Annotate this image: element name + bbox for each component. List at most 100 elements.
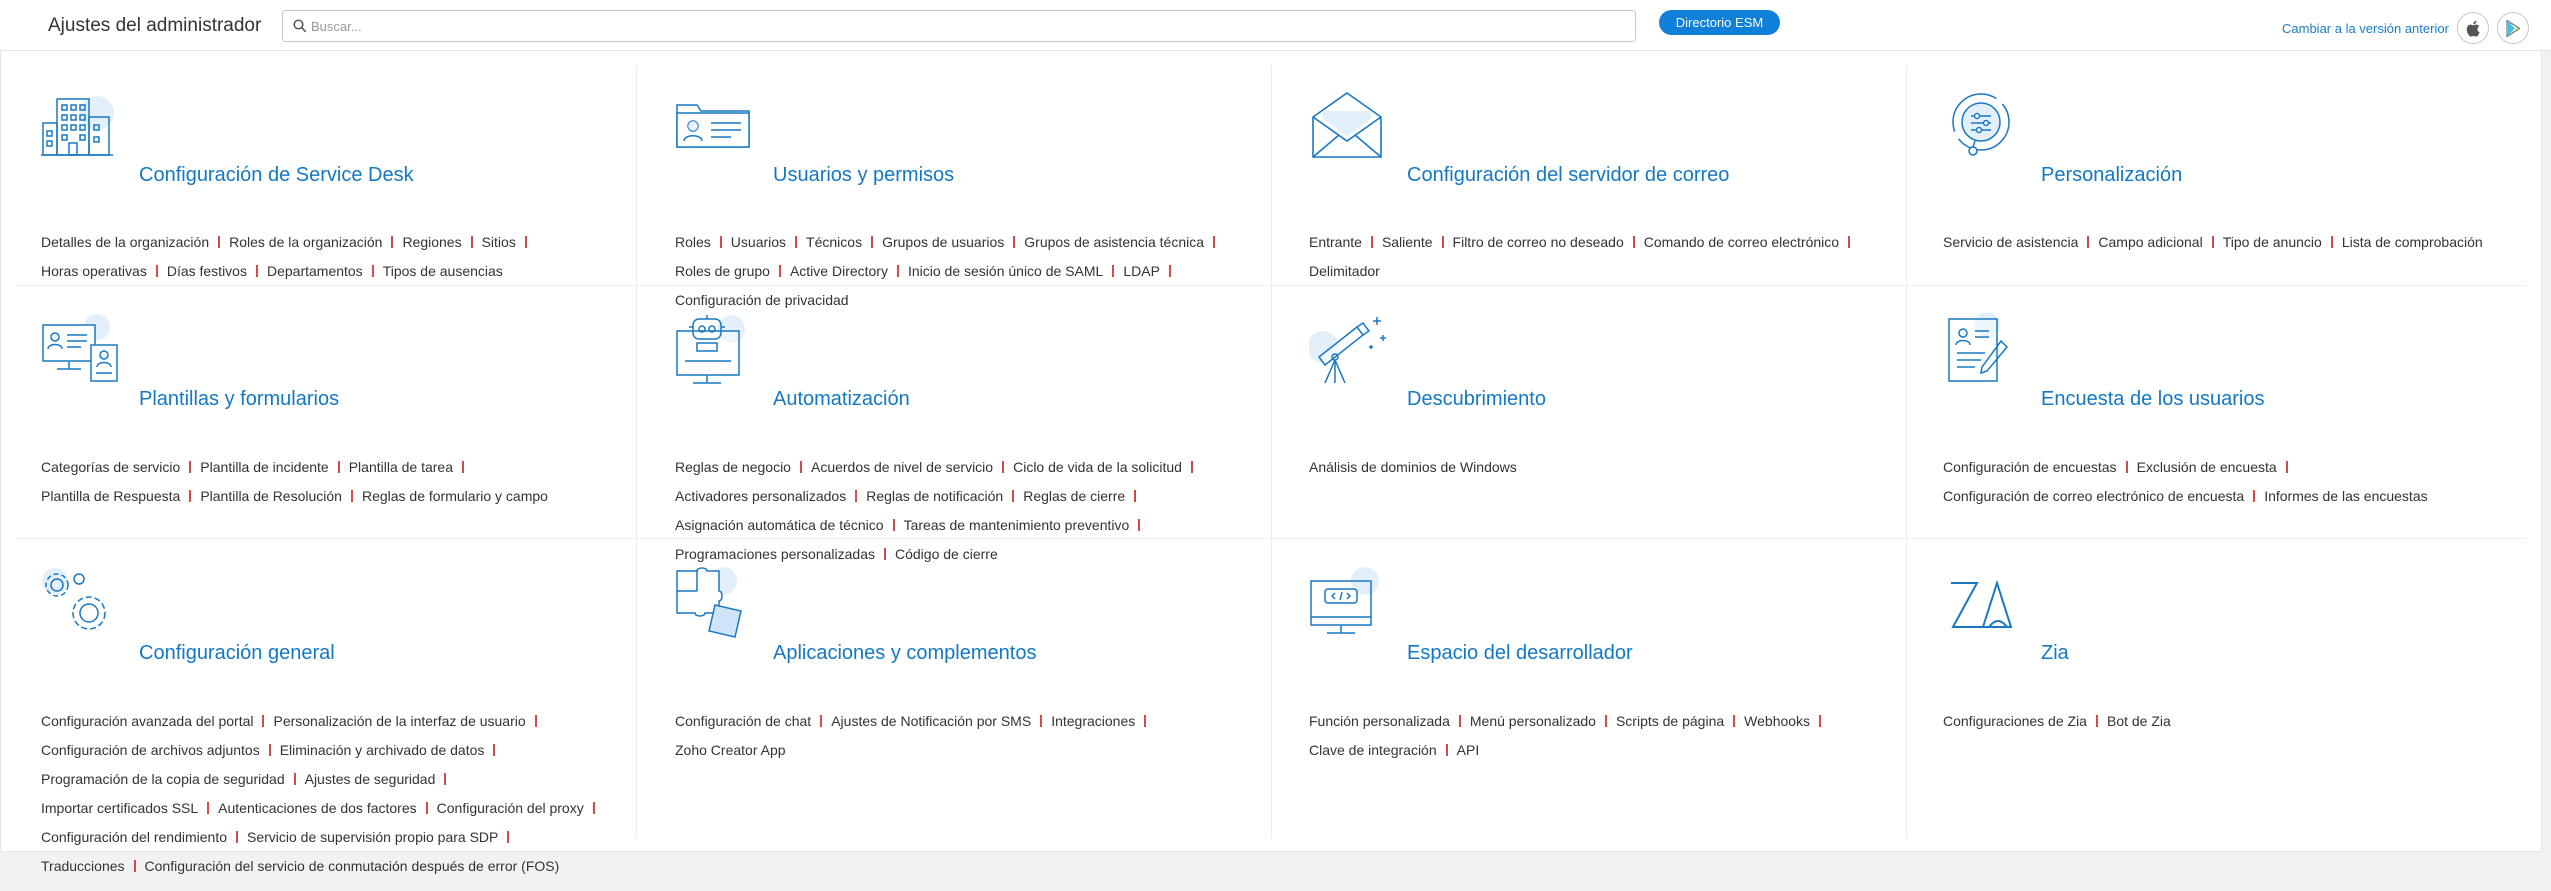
card-title-discovery[interactable]: Descubrimiento (1407, 388, 1546, 411)
settings-link[interactable]: Configuración de privacidad (675, 292, 849, 308)
settings-link[interactable]: Personalización de la interfaz de usuari… (273, 713, 525, 729)
settings-link[interactable]: Saliente (1382, 234, 1433, 250)
settings-link[interactable]: Plantilla de incidente (200, 459, 328, 475)
settings-link[interactable]: Código de cierre (895, 546, 998, 562)
templates-icon (41, 313, 121, 389)
settings-link[interactable]: Roles de grupo (675, 263, 770, 279)
link-separator (719, 236, 722, 248)
settings-link[interactable]: Menú personalizado (1470, 713, 1596, 729)
settings-link[interactable]: Servicio de asistencia (1943, 234, 2078, 250)
settings-link[interactable]: Ciclo de vida de la solicitud (1013, 459, 1182, 475)
settings-link[interactable]: Plantilla de Resolución (200, 488, 342, 504)
settings-link[interactable]: Clave de integración (1309, 742, 1437, 758)
settings-link[interactable]: Configuración del proxy (437, 800, 584, 816)
apple-store-icon[interactable] (2457, 12, 2489, 44)
card-title-developer-space[interactable]: Espacio del desarrollador (1407, 642, 1633, 665)
settings-link[interactable]: Tipo de anuncio (2223, 234, 2322, 250)
settings-link[interactable]: Asignación automática de técnico (675, 517, 884, 533)
settings-link[interactable]: Grupos de usuarios (882, 234, 1004, 250)
settings-link[interactable]: Sitios (482, 234, 516, 250)
settings-link[interactable]: Configuración de correo electrónico de e… (1943, 488, 2244, 504)
search-input[interactable] (311, 13, 1621, 39)
card-links-developer-space: Función personalizada Menú personalizado S… (1309, 707, 1909, 765)
card-title-automation[interactable]: Automatización (773, 388, 910, 411)
settings-link[interactable]: Lista de comprobación (2342, 234, 2483, 250)
settings-link[interactable]: Exclusión de encuesta (2137, 459, 2277, 475)
settings-link[interactable]: Roles (675, 234, 711, 250)
settings-link[interactable]: Plantilla de Respuesta (41, 488, 180, 504)
settings-link[interactable]: Configuración del rendimiento (41, 829, 227, 845)
settings-link[interactable]: Configuraciones de Zia (1943, 713, 2087, 729)
play-store-icon[interactable] (2497, 12, 2529, 44)
settings-link[interactable]: Detalles de la organización (41, 234, 209, 250)
settings-link[interactable]: Técnicos (806, 234, 862, 250)
settings-link[interactable]: Entrante (1309, 234, 1362, 250)
card-title-apps-addons[interactable]: Aplicaciones y complementos (773, 642, 1036, 665)
settings-link[interactable]: LDAP (1123, 263, 1160, 279)
settings-link[interactable]: Reglas de formulario y campo (362, 488, 548, 504)
settings-link[interactable]: Ajustes de seguridad (305, 771, 436, 787)
link-row: Configuración de chat Ajustes de Notifica… (675, 707, 1275, 736)
settings-link[interactable]: Filtro de correo no deseado (1453, 234, 1624, 250)
settings-link[interactable]: Días festivos (167, 263, 247, 279)
settings-link[interactable]: Integraciones (1051, 713, 1135, 729)
settings-link[interactable]: Reglas de cierre (1023, 488, 1125, 504)
settings-link[interactable]: Acuerdos de nivel de servicio (811, 459, 993, 475)
settings-link[interactable]: Configuración avanzada del portal (41, 713, 253, 729)
esm-directory-button[interactable]: Directorio ESM (1659, 10, 1780, 35)
card-title-templates-forms[interactable]: Plantillas y formularios (139, 388, 339, 411)
settings-link[interactable]: Tareas de mantenimiento preventivo (904, 517, 1130, 533)
settings-link[interactable]: Horas operativas (41, 263, 147, 279)
settings-link[interactable]: Función personalizada (1309, 713, 1450, 729)
settings-link[interactable]: Bot de Zia (2107, 713, 2171, 729)
settings-link[interactable]: Zoho Creator App (675, 742, 786, 758)
settings-link[interactable]: Configuración de archivos adjuntos (41, 742, 260, 758)
settings-link[interactable]: Servicio de supervisión propio para SDP (247, 829, 498, 845)
settings-link[interactable]: Comando de correo electrónico (1644, 234, 1839, 250)
settings-link[interactable]: Plantilla de tarea (349, 459, 453, 475)
settings-link[interactable]: Active Directory (790, 263, 888, 279)
card-title-customization[interactable]: Personalización (2041, 164, 2182, 187)
settings-link[interactable]: Inicio de sesión único de SAML (908, 263, 1103, 279)
settings-link[interactable]: API (1457, 742, 1480, 758)
settings-link[interactable]: Programación de la copia de seguridad (41, 771, 285, 787)
settings-link[interactable]: Campo adicional (2098, 234, 2202, 250)
link-separator (133, 860, 136, 872)
card-title-zia[interactable]: Zia (2041, 642, 2069, 665)
settings-link[interactable]: Categorías de servicio (41, 459, 180, 475)
card-links-discovery: Análisis de dominios de Windows (1309, 453, 1909, 482)
search-box[interactable] (282, 10, 1636, 42)
settings-link[interactable]: Configuración del servicio de conmutació… (145, 858, 560, 874)
card-title-users-permissions[interactable]: Usuarios y permisos (773, 164, 954, 187)
settings-link[interactable]: Informes de las encuestas (2264, 488, 2427, 504)
settings-link[interactable]: Tipos de ausencias (383, 263, 503, 279)
card-title-general-settings[interactable]: Configuración general (139, 642, 335, 665)
settings-link[interactable]: Configuración de encuestas (1943, 459, 2117, 475)
card-title-mail-server[interactable]: Configuración del servidor de correo (1407, 164, 1729, 187)
settings-link[interactable]: Activadores personalizados (675, 488, 846, 504)
settings-link[interactable]: Configuración de chat (675, 713, 811, 729)
gears-icon (41, 567, 121, 643)
settings-link[interactable]: Ajustes de Notificación por SMS (831, 713, 1031, 729)
link-separator (892, 519, 895, 531)
settings-link[interactable]: Grupos de asistencia técnica (1024, 234, 1204, 250)
settings-link[interactable]: Programaciones personalizadas (675, 546, 875, 562)
settings-link[interactable]: Roles de la organización (229, 234, 382, 250)
settings-link[interactable]: Usuarios (731, 234, 786, 250)
card-title-service-desk[interactable]: Configuración de Service Desk (139, 164, 414, 187)
settings-link[interactable]: Autenticaciones de dos factores (218, 800, 416, 816)
settings-link[interactable]: Traducciones (41, 858, 125, 874)
search-icon (293, 19, 307, 33)
settings-link[interactable]: Reglas de notificación (866, 488, 1003, 504)
settings-link[interactable]: Eliminación y archivado de datos (280, 742, 485, 758)
settings-link[interactable]: Reglas de negocio (675, 459, 791, 475)
settings-link[interactable]: Departamentos (267, 263, 363, 279)
settings-link[interactable]: Regiones (402, 234, 461, 250)
settings-link[interactable]: Delimitador (1309, 263, 1380, 279)
settings-link[interactable]: Análisis de dominios de Windows (1309, 459, 1517, 475)
settings-link[interactable]: Webhooks (1744, 713, 1810, 729)
settings-link[interactable]: Scripts de página (1616, 713, 1724, 729)
settings-link[interactable]: Importar certificados SSL (41, 800, 198, 816)
card-title-user-survey[interactable]: Encuesta de los usuarios (2041, 388, 2264, 411)
switch-old-version-link[interactable]: Cambiar a la versión anterior (2282, 21, 2449, 36)
